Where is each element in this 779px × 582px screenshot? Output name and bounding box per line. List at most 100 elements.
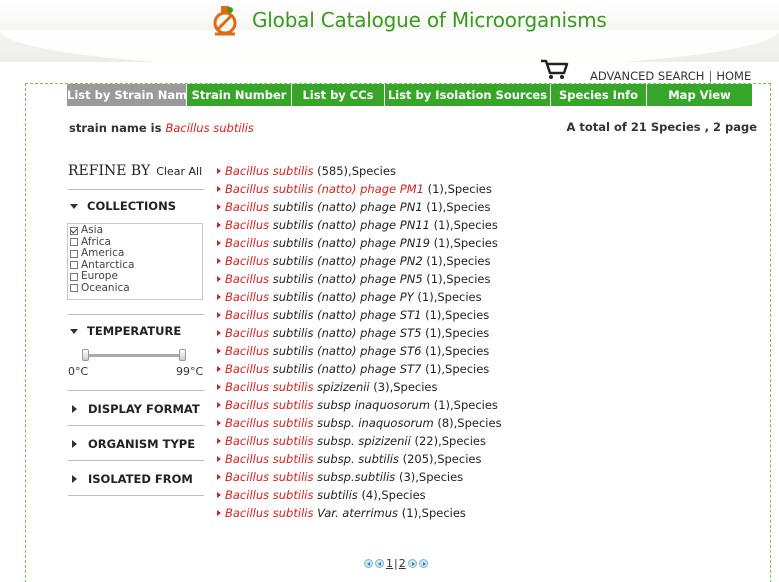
site-title[interactable]: Global Catalogue of Microorganisms bbox=[252, 8, 607, 32]
result-name-link[interactable]: Bacillus subtilis bbox=[225, 380, 313, 394]
result-name-rest[interactable]: subtilis (natto) phage ST6 bbox=[273, 344, 422, 358]
checkbox-icon[interactable] bbox=[70, 284, 78, 293]
result-item[interactable]: Bacillus subtilis Var. aterrimus (1),Spe… bbox=[217, 504, 502, 522]
result-name-link[interactable]: Bacillus subtilis bbox=[225, 506, 313, 520]
divider bbox=[68, 495, 204, 496]
tab-list-by-isolation-sources[interactable]: List by Isolation Sources bbox=[385, 84, 551, 106]
tab-map-view[interactable]: Map View bbox=[647, 84, 753, 106]
result-count: (205),Species bbox=[402, 452, 482, 466]
result-name-link[interactable]: Bacillus bbox=[225, 326, 269, 340]
result-item[interactable]: Bacillus subtilis subsp. inaquosorum (8)… bbox=[217, 414, 502, 432]
isolated-from-toggle[interactable]: ISOLATED FROM bbox=[68, 472, 193, 486]
result-item[interactable]: Bacillus subtilis (natto) phage ST6 (1),… bbox=[217, 342, 502, 360]
collection-oceanica[interactable]: Oceanica bbox=[70, 282, 200, 295]
result-item[interactable]: Bacillus subtilis (natto) phage ST7 (1),… bbox=[217, 360, 502, 378]
collections-toggle[interactable]: COLLECTIONS bbox=[68, 199, 176, 213]
result-name-rest[interactable]: subtilis (natto) phage ST7 bbox=[273, 362, 422, 376]
result-item[interactable]: Bacillus subtilis (natto) phage PN5 (1),… bbox=[217, 270, 502, 288]
prev-page-icon[interactable] bbox=[375, 559, 384, 568]
result-name-rest[interactable]: subtilis (natto) phage PN5 bbox=[273, 272, 423, 286]
result-name-link[interactable]: Bacillus bbox=[225, 272, 269, 286]
tab-species-info[interactable]: Species Info bbox=[551, 84, 647, 106]
result-name-rest[interactable]: Var. aterrimus bbox=[317, 506, 398, 520]
result-item[interactable]: Bacillus subtilis (natto) phage PN11 (1)… bbox=[217, 216, 502, 234]
first-page-icon[interactable] bbox=[364, 559, 373, 568]
result-name-link[interactable]: Bacillus subtilis bbox=[225, 164, 313, 178]
clear-all-link[interactable]: Clear All bbox=[156, 165, 202, 178]
result-item[interactable]: Bacillus subtilis (natto) phage ST5 (1),… bbox=[217, 324, 502, 342]
results-list: Bacillus subtilis (585),Species Bacillus … bbox=[217, 162, 502, 522]
checkbox-icon[interactable] bbox=[70, 238, 78, 247]
result-item[interactable]: Bacillus subtilis (natto) phage PY (1),S… bbox=[217, 288, 502, 306]
collection-america[interactable]: America bbox=[70, 247, 200, 260]
result-name-link[interactable]: Bacillus bbox=[225, 254, 269, 268]
result-name-link[interactable]: Bacillus bbox=[225, 308, 269, 322]
result-name-rest[interactable]: subtilis (natto) phage ST5 bbox=[273, 326, 422, 340]
result-item[interactable]: Bacillus subtilis spizizenii (3),Species bbox=[217, 378, 502, 396]
result-name-rest[interactable]: subsp. spizizenii bbox=[317, 434, 411, 448]
result-name-rest[interactable]: subsp.subtilis bbox=[317, 470, 395, 484]
cart-icon[interactable] bbox=[539, 58, 569, 80]
checkbox-checked-icon[interactable] bbox=[70, 226, 78, 235]
result-name-rest[interactable]: spizizenii bbox=[317, 380, 370, 394]
result-item[interactable]: Bacillus subtilis subtilis (4),Species bbox=[217, 486, 502, 504]
result-item[interactable]: Bacillus subtilis subsp. spizizenii (22)… bbox=[217, 432, 502, 450]
temperature-slider-min-handle[interactable] bbox=[82, 349, 89, 361]
result-name-link[interactable]: Bacillus bbox=[225, 362, 269, 376]
result-name-link[interactable]: Bacillus bbox=[225, 236, 269, 250]
temperature-slider-track[interactable] bbox=[86, 354, 184, 357]
result-name-link[interactable]: Bacillus subtilis (natto) phage PM1 bbox=[225, 182, 424, 196]
result-name-rest[interactable]: subtilis bbox=[317, 488, 358, 502]
collection-europe[interactable]: Europe bbox=[70, 270, 200, 283]
microbe-logo-icon[interactable] bbox=[209, 3, 241, 37]
result-name-link[interactable]: Bacillus subtilis bbox=[225, 434, 313, 448]
result-name-link[interactable]: Bacillus subtilis bbox=[225, 488, 313, 502]
result-name-link[interactable]: Bacillus subtilis bbox=[225, 452, 313, 466]
page-1-link[interactable]: 1 bbox=[385, 557, 394, 570]
result-item[interactable]: Bacillus subtilis (natto) phage PN2 (1),… bbox=[217, 252, 502, 270]
tab-list-by-strain-name[interactable]: List by Strain Name bbox=[67, 84, 195, 106]
home-link[interactable]: HOME bbox=[716, 69, 751, 83]
result-name-link[interactable]: Bacillus subtilis bbox=[225, 398, 313, 412]
result-item[interactable]: Bacillus subtilis subsp.subtilis (3),Spe… bbox=[217, 468, 502, 486]
organism-type-toggle[interactable]: ORGANISM TYPE bbox=[68, 437, 195, 451]
result-count: (1),Species bbox=[401, 506, 466, 520]
next-page-icon[interactable] bbox=[407, 559, 417, 568]
tab-strain-number[interactable]: Strain Number bbox=[187, 84, 292, 106]
result-name-rest[interactable]: subtilis (natto) phage PN1 bbox=[273, 200, 423, 214]
result-name-rest[interactable]: subtilis (natto) phage ST1 bbox=[273, 308, 422, 322]
result-item[interactable]: Bacillus subtilis subsp inaquosorum (1),… bbox=[217, 396, 502, 414]
result-item[interactable]: Bacillus subtilis (585),Species bbox=[217, 162, 502, 180]
result-name-link[interactable]: Bacillus bbox=[225, 218, 269, 232]
result-item[interactable]: Bacillus subtilis subsp. subtilis (205),… bbox=[217, 450, 502, 468]
result-name-link[interactable]: Bacillus bbox=[225, 200, 269, 214]
result-name-rest[interactable]: subsp. inaquosorum bbox=[317, 416, 434, 430]
result-item[interactable]: Bacillus subtilis (natto) phage ST1 (1),… bbox=[217, 306, 502, 324]
display-format-toggle[interactable]: DISPLAY FORMAT bbox=[68, 402, 200, 416]
checkbox-icon[interactable] bbox=[70, 272, 78, 281]
divider bbox=[68, 390, 204, 391]
result-item[interactable]: Bacillus subtilis (natto) phage PN1 (1),… bbox=[217, 198, 502, 216]
result-item[interactable]: Bacillus subtilis (natto) phage PN19 (1)… bbox=[217, 234, 502, 252]
checkbox-icon[interactable] bbox=[70, 249, 78, 258]
result-name-link[interactable]: Bacillus bbox=[225, 344, 269, 358]
result-name-rest[interactable]: subtilis (natto) phage PY bbox=[273, 290, 414, 304]
result-name-rest[interactable]: subsp inaquosorum bbox=[317, 398, 430, 412]
collections-list[interactable]: Asia Africa America Antarctica Europe Oc… bbox=[67, 223, 203, 300]
result-name-rest[interactable]: subtilis (natto) phage PN19 bbox=[273, 236, 430, 250]
result-name-rest[interactable]: subtilis (natto) phage PN2 bbox=[273, 254, 423, 268]
page-2-link[interactable]: 2 bbox=[398, 557, 407, 570]
advanced-search-link[interactable]: ADVANCED SEARCH bbox=[590, 69, 704, 83]
result-name-rest[interactable]: subsp. subtilis bbox=[317, 452, 399, 466]
checkbox-icon[interactable] bbox=[70, 261, 78, 270]
temperature-toggle[interactable]: TEMPERATURE bbox=[68, 324, 181, 338]
result-name-link[interactable]: Bacillus subtilis bbox=[225, 470, 313, 484]
temperature-slider-max-handle[interactable] bbox=[179, 349, 186, 361]
result-item[interactable]: Bacillus subtilis (natto) phage PM1 (1),… bbox=[217, 180, 502, 198]
last-page-icon[interactable] bbox=[418, 559, 428, 568]
collection-asia[interactable]: Asia bbox=[70, 224, 200, 237]
result-name-link[interactable]: Bacillus subtilis bbox=[225, 416, 313, 430]
result-name-rest[interactable]: subtilis (natto) phage PN11 bbox=[273, 218, 430, 232]
result-name-link[interactable]: Bacillus bbox=[225, 290, 269, 304]
tab-list-by-ccs[interactable]: List by CCs bbox=[292, 84, 385, 106]
